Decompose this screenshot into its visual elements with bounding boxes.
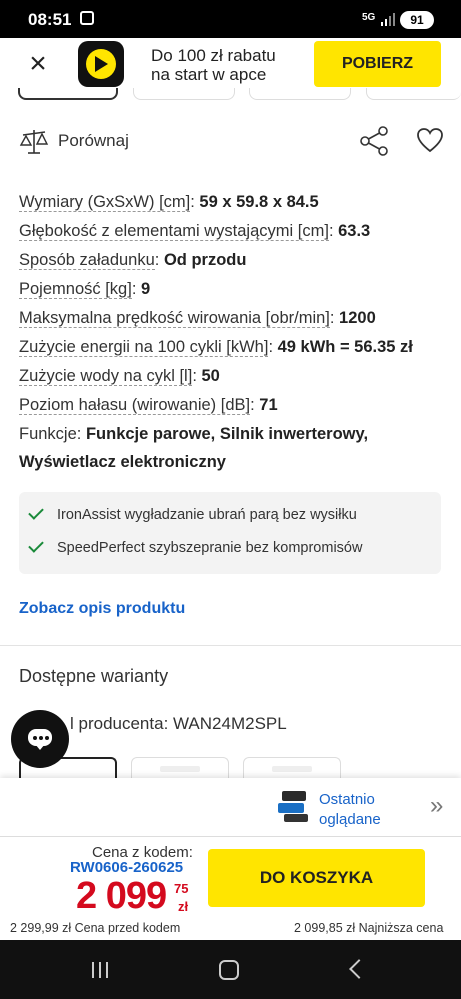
price-bar: Cena z kodem: RW0606-260625 2 099 75 zł … [0,836,461,940]
heart-icon[interactable] [416,127,444,153]
battery-indicator: 91 [400,11,434,29]
system-nav-bar [0,940,461,999]
spec-key: Zużycie energii na 100 cykli [kWh] [19,338,269,357]
spec-value: Od przodu [163,251,247,269]
manufacturer-model: l producenta: WAN24M2SPL [70,714,287,733]
check-icon [28,504,44,520]
spec-key: Poziom hałasu (wirowanie) [dB] [19,396,251,415]
spec-key: Pojemność [kg] [19,280,132,299]
spec-row: Pojemność [kg]: 9 [19,280,151,299]
features-box: IronAssist wygładzanie ubrań parą bez wy… [19,492,441,574]
variants-title: Dostępne warianty [19,666,169,686]
spec-value: 50 [201,367,220,385]
signal-icon [381,13,395,26]
spec-row: Głębokość z elementami wystającymi [cm]:… [19,222,371,241]
spec-key: Głębokość z elementami wystającymi [cm] [19,222,329,241]
compare-scale-icon[interactable] [19,127,49,155]
price-main: 2 099 [76,875,167,917]
compare-label[interactable]: Porównaj [58,131,129,151]
recently-viewed-line1: Ostatnio [319,791,375,808]
product-description-link[interactable]: Zobacz opis produktu [19,600,185,618]
banner-text-line2: na start w apce [151,65,267,84]
tab-peek-selected[interactable] [18,88,118,100]
price-currency: zł [178,899,189,914]
spec-value: Wyświetlacz elektroniczny [19,453,226,471]
spec-key: Sposób załadunku [19,251,155,270]
spec-row: Poziom hałasu (wirowanie) [dB]: 71 [19,396,278,415]
tab-peek[interactable] [133,88,235,100]
back-icon[interactable] [349,959,369,979]
spec-key: Zużycie wody na cykl [l] [19,367,193,386]
spec-row: Zużycie wody na cykl [l]: 50 [19,367,220,386]
spec-value: 1200 [339,309,376,327]
spec-value: 59 x 59.8 x 84.5 [199,193,319,211]
status-time: 08:51 [28,10,72,29]
recently-viewed-label[interactable]: Ostatnio oglądane [319,790,381,830]
compare-row: Porównaj [0,122,461,162]
spec-row-functions: Funkcje: Funkcje parowe, Silnik inwerter… [19,425,369,443]
banner-text-line1: Do 100 zł rabatu [151,46,276,65]
tab-peek[interactable] [249,88,351,100]
share-icon[interactable] [359,125,389,157]
download-app-button[interactable]: POBIERZ [314,41,441,87]
recently-viewed-bar[interactable]: Ostatnio oglądane » [0,778,461,836]
spec-row: Wymiary (GxSxW) [cm]: 59 x 59.8 x 84.5 [19,193,319,212]
spec-value: 9 [140,280,151,298]
close-icon[interactable]: × [24,49,52,79]
chat-button[interactable] [11,710,69,768]
spec-value: 71 [259,396,278,414]
spec-value: 49 kWh = 56.35 zł [277,338,413,356]
lowest-price: 2 099,85 zł Najniższa cena [294,921,444,935]
spec-row: Sposób załadunku: Od przodu [19,251,247,270]
spec-row: Zużycie energii na 100 cykli [kWh]: 49 k… [19,338,413,357]
price-cents: 75 [174,881,189,896]
recently-viewed-icon [278,791,308,822]
discount-code[interactable]: RW0606-260625 [70,859,183,876]
add-to-cart-button[interactable]: DO KOSZYKA [208,849,425,907]
app-logo [78,41,124,87]
recently-viewed-line2: oglądane [319,811,381,828]
feature-item: IronAssist wygładzanie ubrań parą bez wy… [57,507,357,523]
spec-key: Funkcje [19,425,77,443]
feature-item: SpeedPerfect szybszepranie bez kompromis… [57,540,363,556]
screenshot-icon [80,11,94,25]
spec-row: Maksymalna prędkość wirowania [obr/min]:… [19,309,376,328]
status-bar: 08:51 5G 91 [0,0,461,38]
banner-text: Do 100 zł rabatu na start w apce [151,46,276,84]
spec-value: Funkcje parowe, Silnik inwerterowy, [85,425,369,443]
network-type: 5G [362,12,376,23]
double-chevron-right-icon[interactable]: » [430,792,443,820]
divider [0,645,461,646]
home-icon[interactable] [219,960,239,980]
spec-value: 63.3 [338,222,371,240]
spec-key: Wymiary (GxSxW) [cm] [19,193,191,212]
check-icon [28,537,44,553]
spec-key: Maksymalna prędkość wirowania [obr/min] [19,309,330,328]
app-banner: × Do 100 zł rabatu na start w apce POBIE… [0,38,461,93]
recents-icon[interactable] [90,962,110,978]
tab-peek[interactable] [366,88,461,100]
price-before-code: 2 299,99 zł Cena przed kodem [10,921,181,935]
spec-row-functions-cont: Wyświetlacz elektroniczny [19,453,226,472]
